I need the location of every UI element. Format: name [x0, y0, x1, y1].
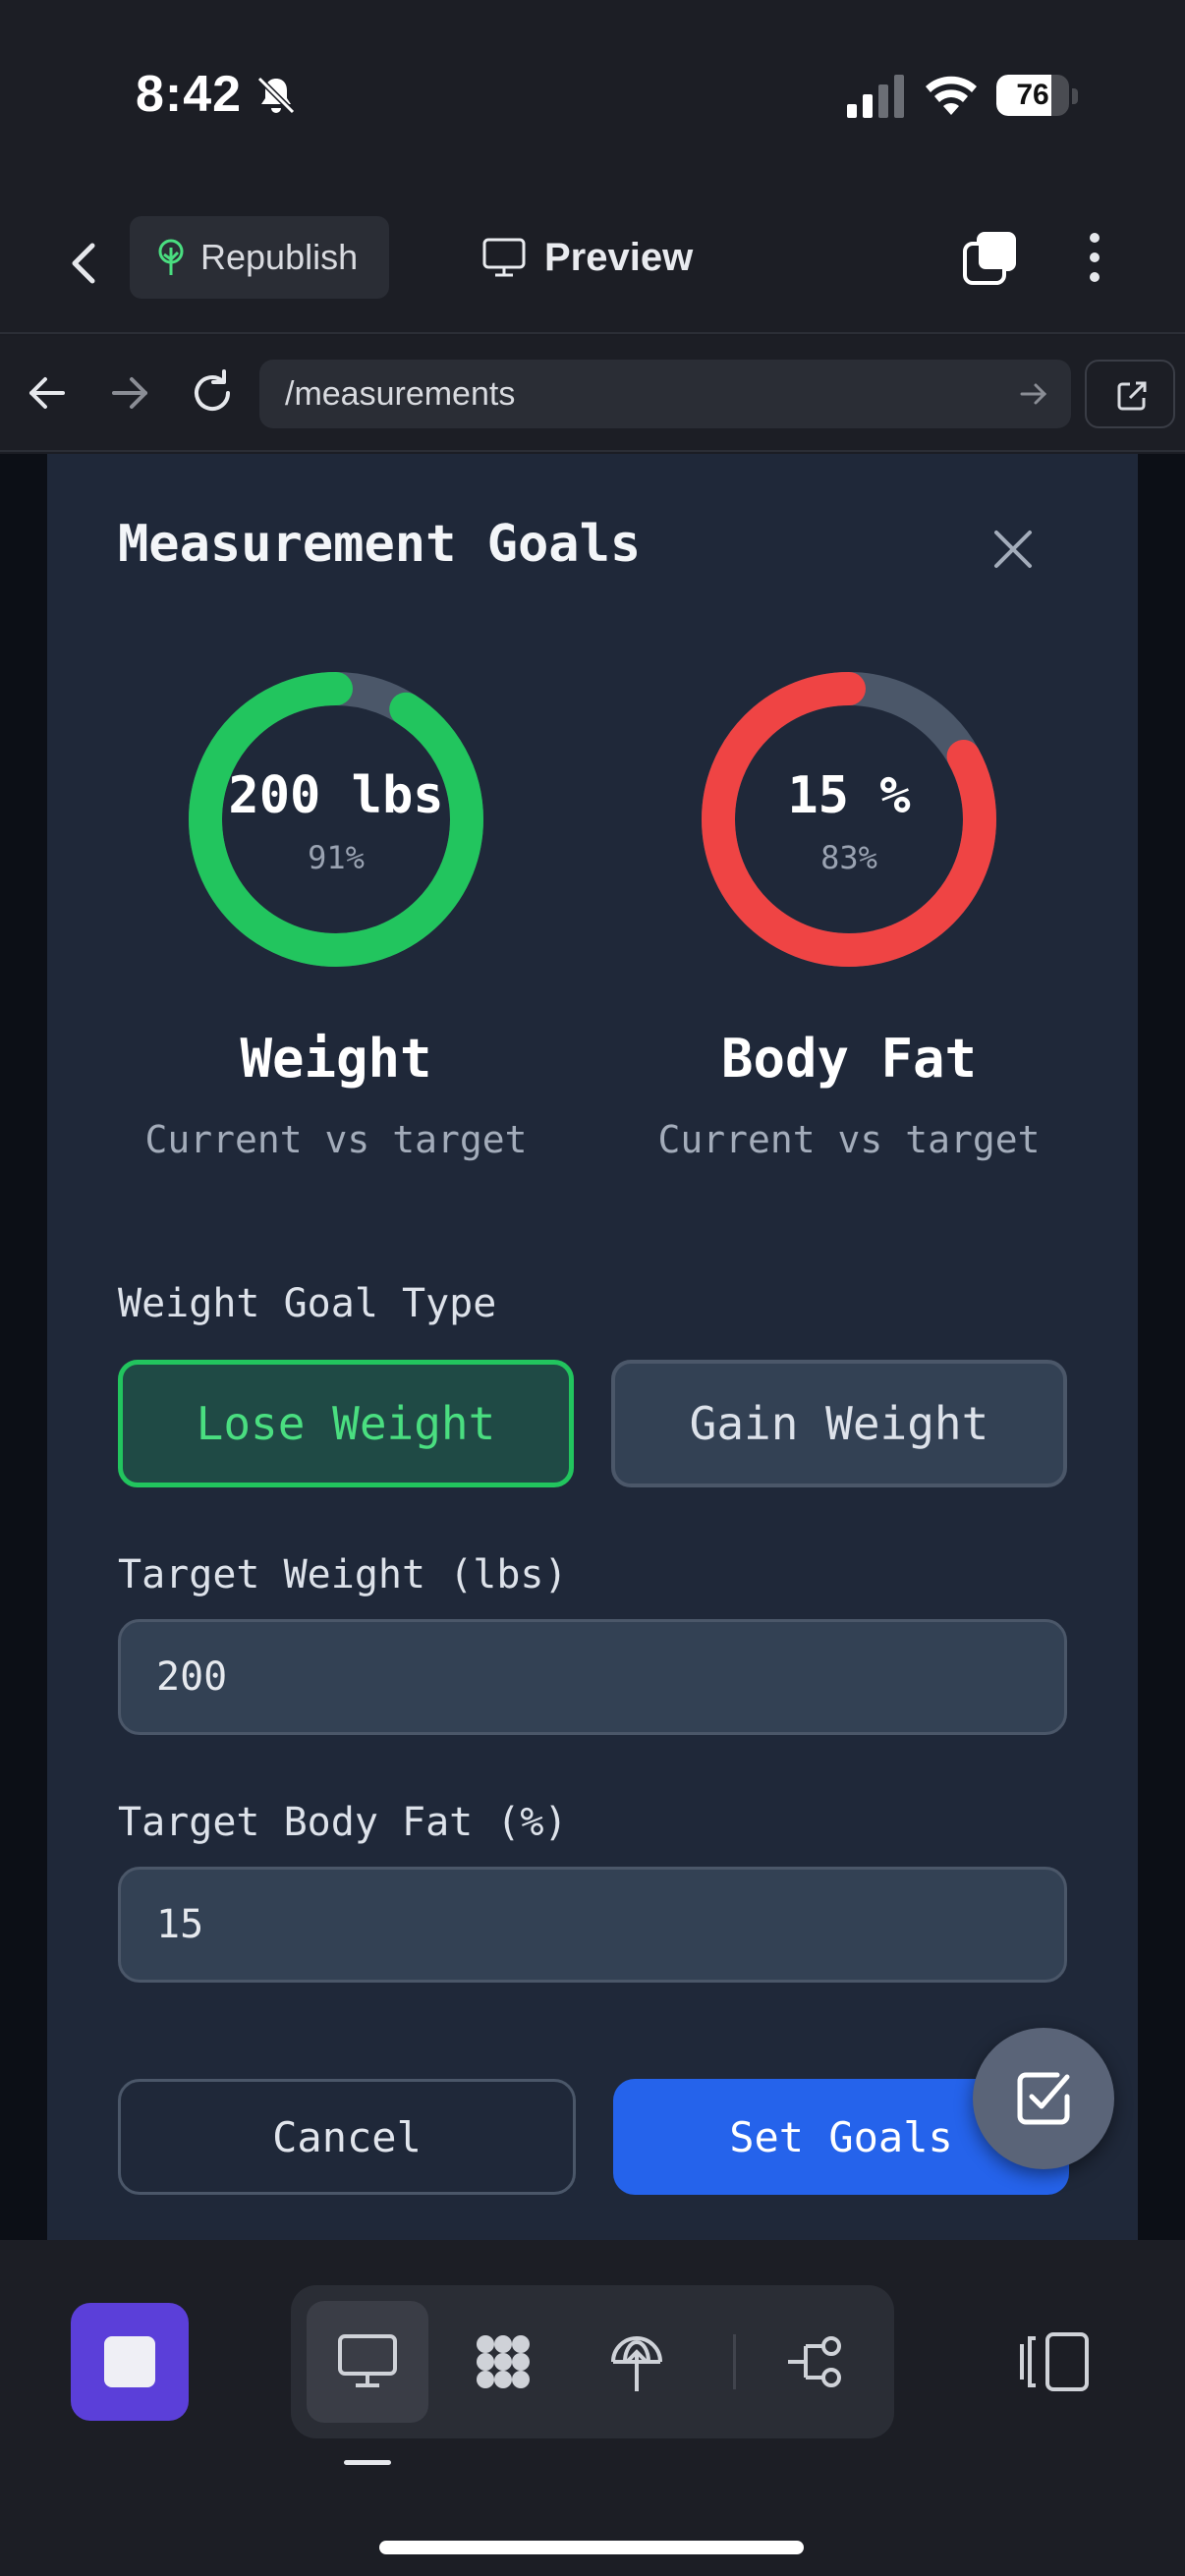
target-weight-label: Target Weight (lbs) — [118, 1552, 568, 1597]
goal-type-label: Weight Goal Type — [118, 1281, 497, 1326]
toolbar-separator — [733, 2334, 736, 2389]
tool-assets[interactable] — [442, 2301, 564, 2423]
tool-group — [291, 2285, 894, 2438]
bodyfat-label: Body Fat — [720, 1028, 978, 1090]
arrow-left-icon[interactable] — [20, 365, 75, 420]
page-viewport: Measurement Goals 200 lbs 91% Weight Cur… — [0, 454, 1185, 2240]
dots-grid-icon — [477, 2335, 530, 2388]
open-external-button[interactable] — [1085, 360, 1175, 428]
battery-icon: 76 — [996, 75, 1079, 118]
stop-icon — [104, 2336, 155, 2387]
bodyfat-progress-ring: 15 % 83% — [702, 672, 996, 967]
target-bodyfat-label: Target Body Fat (%) — [118, 1800, 568, 1845]
battery-level: 76 — [1016, 79, 1049, 111]
weight-sub: Current vs target — [144, 1118, 528, 1161]
signal-icon — [847, 75, 904, 118]
status-time: 8:42 — [136, 66, 243, 123]
bottom-toolbar — [0, 2240, 1185, 2576]
home-indicator[interactable] — [379, 2541, 804, 2554]
monitor-icon — [338, 2334, 397, 2387]
url-text: /measurements — [285, 375, 516, 413]
weight-percent: 91% — [308, 839, 365, 876]
target-weight-input[interactable]: 200 — [118, 1619, 1067, 1735]
tabs-icon[interactable] — [959, 226, 1022, 289]
tool-workflow[interactable] — [755, 2301, 876, 2423]
active-tool-indicator — [344, 2460, 391, 2465]
preview-button[interactable]: Preview — [481, 216, 693, 299]
arrow-right-icon[interactable] — [102, 365, 157, 420]
floating-action-button[interactable] — [973, 2028, 1114, 2169]
wifi-icon — [926, 76, 977, 115]
status-bar: 8:42 76 — [0, 0, 1185, 196]
tree-icon — [158, 239, 184, 275]
bell-slash-icon — [256, 76, 296, 115]
more-vertical-icon[interactable] — [1075, 226, 1114, 289]
go-arrow-icon[interactable] — [1018, 378, 1049, 410]
weight-label: Weight — [240, 1028, 432, 1090]
modal-title: Measurement Goals — [118, 515, 642, 574]
weight-value: 200 lbs — [228, 766, 444, 825]
gain-weight-button[interactable]: Gain Weight — [611, 1360, 1067, 1487]
stop-button[interactable] — [71, 2303, 189, 2421]
panel-icon[interactable] — [1018, 2330, 1091, 2393]
target-bodyfat-input[interactable]: 15 — [118, 1867, 1067, 1983]
bodyfat-value: 15 % — [787, 766, 911, 825]
cancel-button[interactable]: Cancel — [118, 2079, 576, 2195]
close-icon[interactable] — [990, 527, 1036, 572]
chevron-left-icon[interactable] — [53, 232, 116, 295]
tool-deploy[interactable] — [576, 2301, 698, 2423]
lose-weight-button[interactable]: Lose Weight — [118, 1360, 574, 1487]
tool-preview[interactable] — [307, 2301, 428, 2423]
checkbox-edit-icon — [1017, 2072, 1070, 2125]
reload-icon[interactable] — [185, 365, 240, 420]
browser-bar: /measurements — [0, 336, 1185, 452]
preview-label: Preview — [544, 235, 694, 279]
bodyfat-percent: 83% — [820, 839, 877, 876]
bodyfat-sub: Current vs target — [657, 1118, 1041, 1161]
app-header: Republish Preview — [0, 196, 1185, 334]
external-link-icon — [1117, 381, 1147, 411]
antenna-icon — [611, 2336, 662, 2391]
republish-label: Republish — [200, 237, 359, 277]
measurement-goals-modal: Measurement Goals 200 lbs 91% Weight Cur… — [47, 454, 1138, 2240]
share-nodes-icon — [788, 2336, 841, 2387]
url-bar[interactable]: /measurements — [259, 360, 1071, 428]
weight-progress-ring: 200 lbs 91% — [189, 672, 483, 967]
republish-button[interactable]: Republish — [130, 216, 389, 299]
monitor-icon — [482, 238, 526, 277]
